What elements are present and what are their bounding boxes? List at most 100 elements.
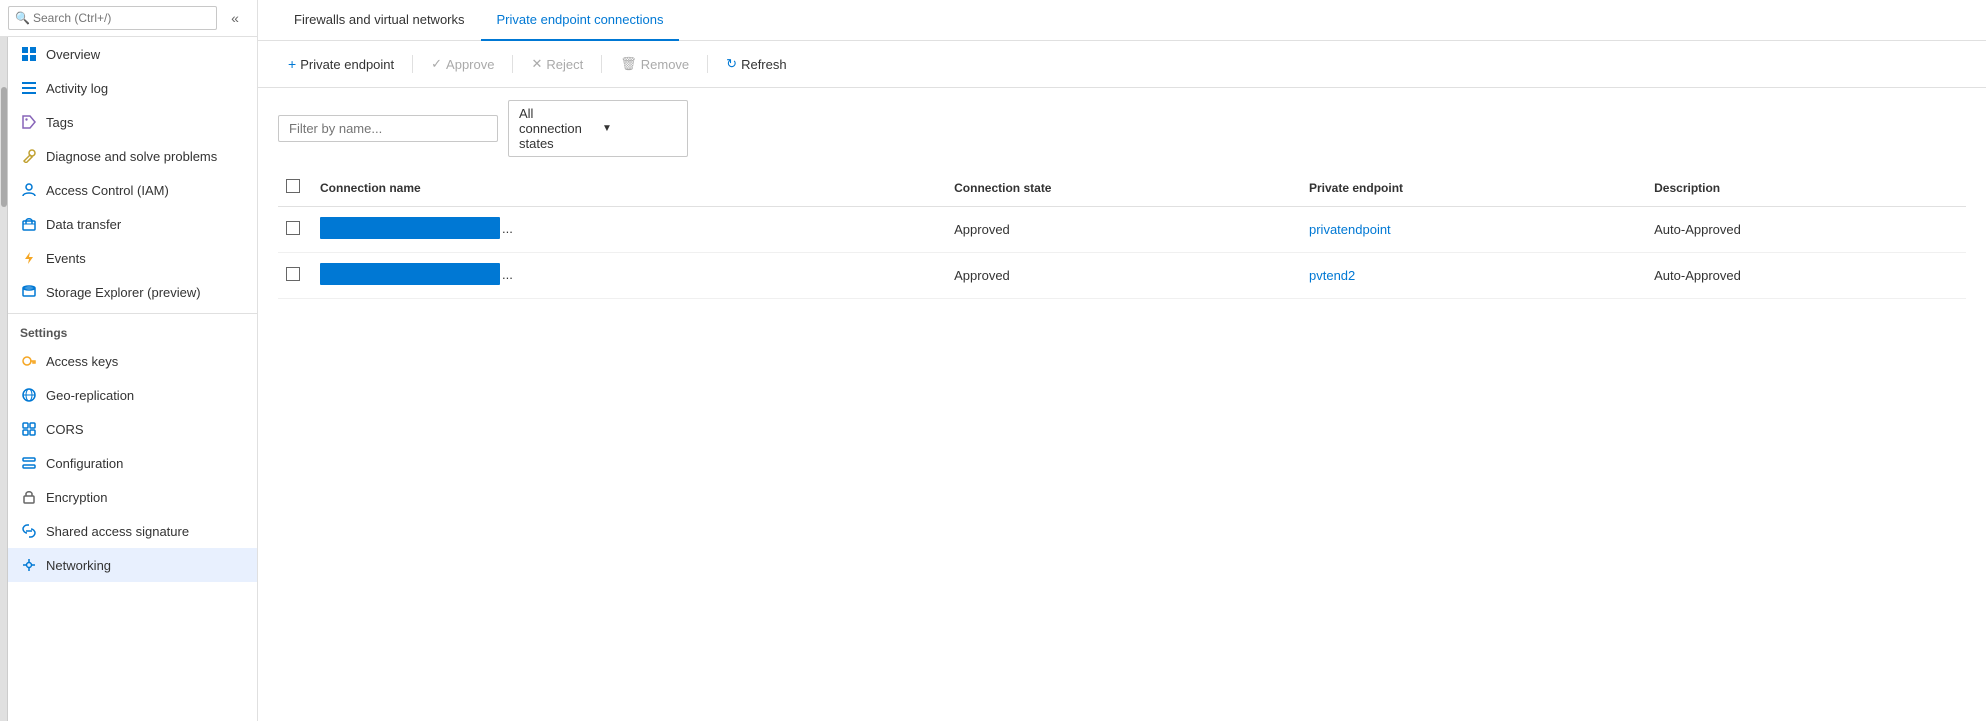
sidebar-item-tags[interactable]: Tags bbox=[8, 105, 257, 139]
sidebar-item-label: Access keys bbox=[46, 354, 118, 369]
row-connection-state: Approved bbox=[942, 253, 1297, 299]
wrench-icon bbox=[20, 147, 38, 165]
dropdown-label: All connection states bbox=[519, 106, 594, 151]
connection-name-bar bbox=[320, 217, 500, 239]
sidebar-item-iam[interactable]: Access Control (IAM) bbox=[8, 173, 257, 207]
separator-4 bbox=[707, 55, 708, 73]
refresh-icon: ↻ bbox=[726, 56, 737, 72]
sidebar-item-label: Diagnose and solve problems bbox=[46, 149, 217, 164]
sidebar-item-access-keys[interactable]: Access keys bbox=[8, 344, 257, 378]
row-description: Auto-Approved bbox=[1642, 253, 1966, 299]
sidebar-item-cors[interactable]: CORS bbox=[8, 412, 257, 446]
tab-firewalls[interactable]: Firewalls and virtual networks bbox=[278, 0, 481, 41]
search-input[interactable] bbox=[8, 6, 217, 30]
person-icon bbox=[20, 181, 38, 199]
sliders-icon bbox=[20, 454, 38, 472]
sidebar-item-events[interactable]: Events bbox=[8, 241, 257, 275]
link-icon bbox=[20, 522, 38, 540]
separator-1 bbox=[412, 55, 413, 73]
sidebar-item-encryption[interactable]: Encryption bbox=[8, 480, 257, 514]
row-connection-name: ... bbox=[308, 207, 942, 253]
row-checkbox-cell bbox=[278, 207, 308, 253]
x-icon: ✕ bbox=[531, 56, 542, 72]
private-endpoint-link[interactable]: pvtend2 bbox=[1309, 268, 1355, 283]
lightning-icon bbox=[20, 249, 38, 267]
row-checkbox[interactable] bbox=[286, 267, 300, 281]
reject-button[interactable]: ✕ Reject bbox=[521, 51, 593, 77]
box-icon bbox=[20, 215, 38, 233]
sidebar-item-label: Data transfer bbox=[46, 217, 121, 232]
tag-icon bbox=[20, 113, 38, 131]
lock-icon bbox=[20, 488, 38, 506]
sidebar: 🔍 « Overview Activity log bbox=[0, 0, 258, 721]
sidebar-item-diagnose[interactable]: Diagnose and solve problems bbox=[8, 139, 257, 173]
sidebar-item-networking[interactable]: Networking bbox=[8, 548, 257, 582]
toolbar: + Private endpoint ✓ Approve ✕ Reject 🗑 … bbox=[258, 41, 1986, 88]
sidebar-item-configuration[interactable]: Configuration bbox=[8, 446, 257, 480]
search-icon: 🔍 bbox=[15, 11, 30, 25]
sidebar-item-label: Overview bbox=[46, 47, 100, 62]
row-checkbox[interactable] bbox=[286, 221, 300, 235]
trash-icon: 🗑 bbox=[620, 56, 637, 72]
grid-icon bbox=[20, 45, 38, 63]
sidebar-item-label: Geo-replication bbox=[46, 388, 134, 403]
sidebar-scrollbar[interactable] bbox=[0, 37, 8, 721]
sidebar-item-label: Access Control (IAM) bbox=[46, 183, 169, 198]
connection-name-bar bbox=[320, 263, 500, 285]
tab-private-endpoints[interactable]: Private endpoint connections bbox=[481, 0, 680, 41]
sidebar-item-label: Tags bbox=[46, 115, 73, 130]
collapse-button[interactable]: « bbox=[221, 10, 249, 26]
sidebar-item-overview[interactable]: Overview bbox=[8, 37, 257, 71]
sidebar-item-storage-explorer[interactable]: Storage Explorer (preview) bbox=[8, 275, 257, 309]
header-connection-name: Connection name bbox=[308, 169, 942, 207]
sidebar-search-row: 🔍 « bbox=[0, 0, 257, 37]
name-ellipsis: ... bbox=[502, 267, 513, 282]
refresh-label: Refresh bbox=[741, 57, 787, 72]
sidebar-item-sas[interactable]: Shared access signature bbox=[8, 514, 257, 548]
sidebar-item-geo-replication[interactable]: Geo-replication bbox=[8, 378, 257, 412]
remove-button[interactable]: 🗑 Remove bbox=[610, 51, 699, 77]
connections-table: Connection name Connection state Private… bbox=[278, 169, 1966, 299]
row-private-endpoint: pvtend2 bbox=[1297, 253, 1642, 299]
reject-label: Reject bbox=[546, 57, 583, 72]
header-private-endpoint: Private endpoint bbox=[1297, 169, 1642, 207]
plus-icon: + bbox=[288, 56, 296, 72]
connection-state-dropdown[interactable]: All connection states ▼ bbox=[508, 100, 688, 157]
sidebar-item-label: Activity log bbox=[46, 81, 108, 96]
filter-row: All connection states ▼ bbox=[258, 88, 1986, 169]
row-description: Auto-Approved bbox=[1642, 207, 1966, 253]
refresh-button[interactable]: ↻ Refresh bbox=[716, 51, 796, 77]
settings-section-header: Settings bbox=[8, 313, 257, 344]
sidebar-item-activity-log[interactable]: Activity log bbox=[8, 71, 257, 105]
main-content: Firewalls and virtual networks Private e… bbox=[258, 0, 1986, 721]
tabs-bar: Firewalls and virtual networks Private e… bbox=[258, 0, 1986, 41]
storage-icon bbox=[20, 283, 38, 301]
globe-icon bbox=[20, 386, 38, 404]
separator-2 bbox=[512, 55, 513, 73]
table-container: Connection name Connection state Private… bbox=[258, 169, 1986, 721]
table-header-row: Connection name Connection state Private… bbox=[278, 169, 1966, 207]
row-checkbox-cell bbox=[278, 253, 308, 299]
separator-3 bbox=[601, 55, 602, 73]
sidebar-item-label: Shared access signature bbox=[46, 524, 189, 539]
approve-label: Approve bbox=[446, 57, 494, 72]
header-description: Description bbox=[1642, 169, 1966, 207]
filter-input[interactable] bbox=[278, 115, 498, 142]
sidebar-item-transfer[interactable]: Data transfer bbox=[8, 207, 257, 241]
list-icon bbox=[20, 79, 38, 97]
sidebar-nav: Overview Activity log Tags bbox=[8, 37, 257, 721]
private-endpoint-link[interactable]: privatendpoint bbox=[1309, 222, 1391, 237]
header-checkbox-cell bbox=[278, 169, 308, 207]
sidebar-item-label: Configuration bbox=[46, 456, 123, 471]
remove-label: Remove bbox=[641, 57, 689, 72]
chevron-down-icon: ▼ bbox=[602, 123, 677, 134]
row-connection-state: Approved bbox=[942, 207, 1297, 253]
network-icon bbox=[20, 556, 38, 574]
select-all-checkbox[interactable] bbox=[286, 179, 300, 193]
sidebar-item-label: CORS bbox=[46, 422, 84, 437]
sidebar-item-label: Storage Explorer (preview) bbox=[46, 285, 201, 300]
add-private-endpoint-button[interactable]: + Private endpoint bbox=[278, 51, 404, 77]
approve-button[interactable]: ✓ Approve bbox=[421, 51, 504, 77]
sidebar-item-label: Encryption bbox=[46, 490, 107, 505]
add-label: Private endpoint bbox=[300, 57, 394, 72]
